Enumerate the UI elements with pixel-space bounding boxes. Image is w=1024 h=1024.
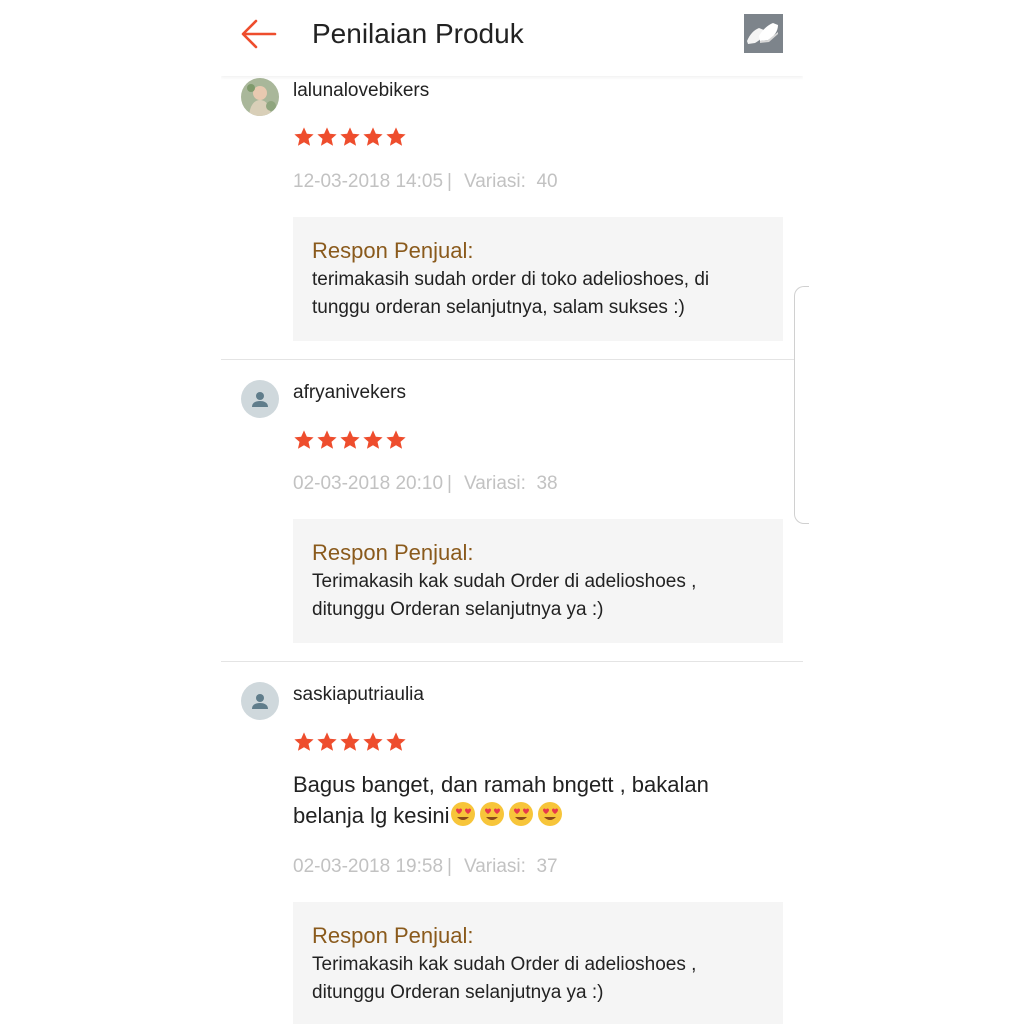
review-username: saskiaputriaulia [293,684,424,705]
photo-avatar [241,78,279,116]
top-bar: Penilaian Produk [221,0,803,76]
heart-eyes-emoji [450,802,475,826]
white-sneakers-image [744,14,783,53]
person-icon [252,694,268,709]
review-item: afryanivekers 02-03-2018 20:10 | Variasi: … [221,359,803,661]
review-date: 02-03-2018 20:10 [293,473,444,494]
star-icon [340,127,360,146]
review-meta: 02-03-2018 20:10 | Variasi: 38 [293,473,558,494]
review-item: lalunalovebikers 12-03-2018 14:05 | Varias… [221,60,803,358]
review-text: Bagus banget, dan ramah bngett , bakalan… [293,769,763,831]
reviews-screen: Penilaian Produk lalunalovebikers 12-03-… [221,0,803,1024]
seller-reply: Respon Penjual: Terimakasih kak sudah Or… [293,519,783,643]
avatar[interactable] [241,78,279,116]
review-meta: 02-03-2018 19:58 | Variasi: 37 [293,856,558,877]
variation-label: Variasi: [463,473,526,494]
page-title: Penilaian Produk [312,18,524,49]
star-icon [340,732,360,751]
star-rating [293,429,407,453]
star-icon [386,430,406,449]
variation-value: 37 [536,856,558,877]
variation-value: 40 [536,171,558,192]
star-icon [386,127,406,146]
star-rating [293,731,407,755]
star-icon [363,127,383,146]
star-icon [317,732,337,751]
star-icon [363,430,383,449]
person-icon [252,392,268,407]
product-thumbnail[interactable] [744,14,783,53]
edge-panel-handle[interactable] [794,286,809,524]
variation-label: Variasi: [463,856,526,877]
star-icon [294,732,314,751]
reply-text: Terimakasih kak sudah Order di adeliosho… [312,571,697,620]
reply-text: Terimakasih kak sudah Order di adeliosho… [312,954,697,1003]
seller-reply: Respon Penjual: terimakasih sudah order … [293,217,783,341]
reply-label: Respon Penjual: [312,923,474,948]
star-icon [294,127,314,146]
variation-label: Variasi: [463,171,526,192]
heart-eyes-emoji [508,802,533,826]
review-username: lalunalovebikers [293,80,430,101]
review-meta: 12-03-2018 14:05 | Variasi: 40 [293,171,558,192]
star-icon [386,732,406,751]
star-icon [317,127,337,146]
reply-label: Respon Penjual: [312,540,474,565]
star-icon [340,430,360,449]
star-icon [317,430,337,449]
variation-value: 38 [536,473,558,494]
review-date: 02-03-2018 19:58 [293,856,444,877]
star-icon [294,430,314,449]
reply-text: terimakasih sudah order di toko adeliosh… [312,269,710,318]
avatar[interactable] [241,380,279,418]
star-icon [363,732,383,751]
star-rating [293,126,407,150]
review-date: 12-03-2018 14:05 [293,171,444,192]
reply-label: Respon Penjual: [312,238,474,263]
back-button[interactable] [239,16,279,52]
arrow-left-icon [241,19,277,49]
avatar[interactable] [241,682,279,720]
seller-reply: Respon Penjual: Terimakasih kak sudah Or… [293,902,783,1024]
heart-eyes-emoji [479,802,504,826]
review-item: saskiaputriaulia Bagus banget, dan ramah… [221,661,803,1024]
heart-eyes-emoji [537,802,562,826]
review-username: afryanivekers [293,382,406,403]
